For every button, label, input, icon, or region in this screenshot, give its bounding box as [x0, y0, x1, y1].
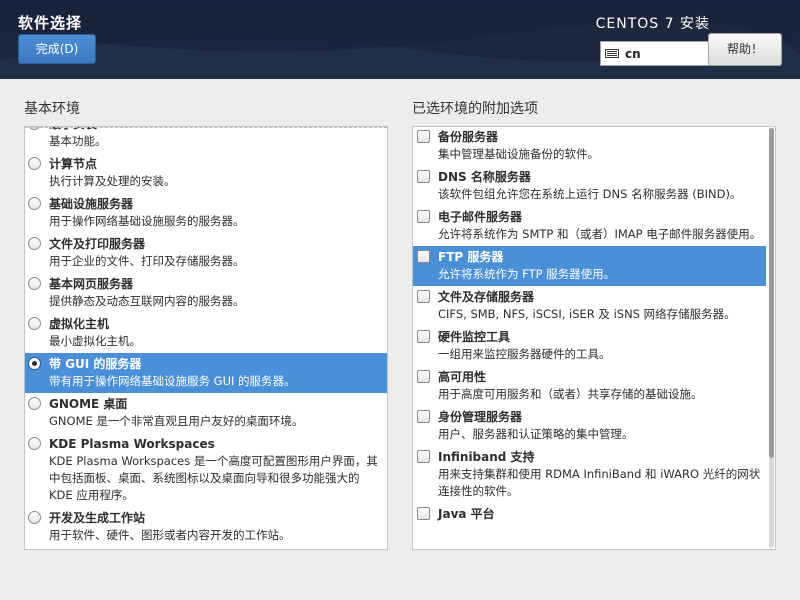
done-button[interactable]: 完成(D)	[18, 34, 96, 64]
option-title: 虚拟化主机	[49, 317, 110, 331]
addon-option[interactable]: Java 平台	[413, 503, 766, 526]
option-description: 允许将系统作为 FTP 服务器使用。	[438, 267, 616, 281]
top-bar: 软件选择 完成(D) CENTOS 7 安装 cn 帮助！	[0, 0, 800, 79]
addon-option[interactable]: DNS 名称服务器该软件包组允许您在系统上运行 DNS 名称服务器 (BIND)…	[413, 166, 766, 206]
environment-option[interactable]: GNOME 桌面 GNOME 是一个非常直观且用户友好的桌面环境。	[25, 393, 387, 433]
option-description: 用于软件、硬件、图形或者内容开发的工作站。	[49, 528, 291, 542]
option-title: 高可用性	[438, 370, 487, 384]
checkbox[interactable]	[417, 130, 430, 143]
addon-option[interactable]: 硬件监控工具一组用来监控服务器硬件的工具。	[413, 326, 766, 366]
radio-button[interactable]	[28, 317, 41, 330]
addon-option[interactable]: 文件及存储服务器 CIFS, SMB, NFS, iSCSI, iSER 及 iS…	[413, 286, 766, 326]
addon-option[interactable]: 高可用性用于高度可用服务和（或者）共享存储的基础设施。	[413, 366, 766, 406]
checkbox[interactable]	[417, 450, 430, 463]
install-title: CENTOS 7 安装	[595, 16, 710, 32]
help-button[interactable]: 帮助！	[708, 33, 782, 66]
addon-option[interactable]: FTP 服务器允许将系统作为 FTP 服务器使用。	[413, 246, 766, 286]
environment-option[interactable]: 基本网页服务器提供静态及动态互联网内容的服务器。	[25, 273, 387, 313]
option-description: 用于企业的文件、打印及存储服务器。	[49, 254, 245, 268]
option-title: 身份管理服务器	[438, 410, 523, 424]
option-description: 用于操作网络基础设施服务的服务器。	[49, 214, 245, 228]
option-title: 电子邮件服务器	[438, 210, 523, 224]
option-description: 该软件包组允许您在系统上运行 DNS 名称服务器 (BIND)。	[438, 187, 742, 201]
option-description: 执行计算及处理的安装。	[49, 174, 176, 188]
addons-scrollbar[interactable]	[769, 128, 774, 548]
environment-option[interactable]: 最小安装基本功能。	[25, 127, 387, 153]
addon-option[interactable]: 身份管理服务器用户、服务器和认证策略的集中管理。	[413, 406, 766, 446]
base-environment-items: 最小安装基本功能。计算节点执行计算及处理的安装。基础设施服务器用于操作网络基础设…	[25, 127, 387, 547]
page-title: 软件选择	[18, 14, 83, 32]
addon-option[interactable]: 电子邮件服务器允许将系统作为 SMTP 和（或者）IMAP 电子邮件服务器使用。	[413, 206, 766, 246]
option-description: 集中管理基础设施备份的软件。	[438, 147, 599, 161]
radio-button[interactable]	[28, 397, 41, 410]
option-title: GNOME 桌面	[49, 397, 128, 411]
option-title: 带 GUI 的服务器	[49, 357, 142, 371]
checkbox[interactable]	[417, 290, 430, 303]
addons-scrollbar-thumb[interactable]	[769, 128, 774, 458]
radio-button[interactable]	[28, 511, 41, 524]
radio-button[interactable]	[28, 437, 41, 450]
option-description: 基本功能。	[49, 134, 107, 148]
option-title: Java 平台	[438, 507, 495, 521]
option-title: 基础设施服务器	[49, 197, 134, 211]
option-description: 允许将系统作为 SMTP 和（或者）IMAP 电子邮件服务器使用。	[438, 227, 762, 241]
keyboard-layout-value: cn	[625, 46, 641, 61]
checkbox[interactable]	[417, 507, 430, 520]
option-title: 文件及打印服务器	[49, 237, 146, 251]
option-description: CIFS, SMB, NFS, iSCSI, iSER 及 iSNS 网络存储服…	[438, 307, 736, 321]
option-description: KDE Plasma Workspaces 是一个高度可配置图形用户界面，其中包…	[49, 454, 378, 502]
radio-button[interactable]	[28, 157, 41, 170]
option-title: 备份服务器	[438, 130, 499, 144]
option-description: 最小虚拟化主机。	[49, 334, 141, 348]
keyboard-icon	[605, 49, 619, 58]
option-title: FTP 服务器	[438, 250, 504, 264]
base-environment-heading: 基本环境	[24, 101, 80, 117]
option-title: DNS 名称服务器	[438, 170, 531, 184]
checkbox[interactable]	[417, 370, 430, 383]
addons-list[interactable]: 备份服务器 集中管理基础设施备份的软件。 DNS 名称服务器 该软件包组允许您在系统上…	[412, 126, 776, 550]
base-environment-list[interactable]: 最小安装基本功能。计算节点执行计算及处理的安装。基础设施服务器用于操作网络基础设…	[24, 126, 388, 550]
scroll-edge-indicator	[25, 127, 387, 128]
option-description: 用于高度可用服务和（或者）共享存储的基础设施。	[438, 387, 703, 401]
environment-option[interactable]: 开发及生成工作站用于软件、硬件、图形或者内容开发的工作站。	[25, 507, 387, 547]
checkbox[interactable]	[417, 410, 430, 423]
environment-option[interactable]: KDE Plasma Workspaces KDE Plasma Workspac…	[25, 433, 387, 507]
environment-option[interactable]: 基础设施服务器用于操作网络基础设施服务的服务器。	[25, 193, 387, 233]
option-title: 基本网页服务器	[49, 277, 134, 291]
radio-button[interactable]	[28, 197, 41, 210]
checkbox[interactable]	[417, 330, 430, 343]
checkbox[interactable]	[417, 170, 430, 183]
radio-button[interactable]	[28, 357, 41, 370]
option-title: Infiniband 支持	[438, 450, 535, 464]
option-title: 硬件监控工具	[438, 330, 511, 344]
option-description: 用来支持集群和使用 RDMA InfiniBand 和 iWARO 光纤的网状连…	[438, 467, 761, 498]
addon-option[interactable]: 备份服务器集中管理基础设施备份的软件。	[413, 127, 766, 166]
option-description: 一组用来监控服务器硬件的工具。	[438, 347, 611, 361]
radio-button[interactable]	[28, 277, 41, 290]
option-description: 带有用于操作网络基础设施服务 GUI 的服务器。	[49, 374, 296, 388]
header-background-decoration	[0, 0, 800, 79]
radio-button[interactable]	[28, 237, 41, 250]
addons-heading: 已选环境的附加选项	[412, 101, 538, 117]
option-description: GNOME 是一个非常直观且用户友好的桌面环境。	[49, 414, 304, 428]
addon-option[interactable]: Infiniband 支持用来支持集群和使用 RDMA InfiniBand 和…	[413, 446, 766, 503]
option-title: 开发及生成工作站	[49, 511, 146, 525]
environment-option[interactable]: 带 GUI 的服务器带有用于操作网络基础设施服务 GUI 的服务器。	[25, 353, 387, 393]
option-title: KDE Plasma Workspaces	[49, 437, 215, 451]
environment-option[interactable]: 虚拟化主机最小虚拟化主机。	[25, 313, 387, 353]
checkbox[interactable]	[417, 210, 430, 223]
addon-items: 备份服务器 集中管理基础设施备份的软件。 DNS 名称服务器 该软件包组允许您在系统上…	[413, 127, 766, 526]
option-description: 提供静态及动态互联网内容的服务器。	[49, 294, 245, 308]
environment-option[interactable]: 计算节点执行计算及处理的安装。	[25, 153, 387, 193]
keyboard-layout-indicator[interactable]: cn	[600, 41, 710, 66]
option-description: 用户、服务器和认证策略的集中管理。	[438, 427, 634, 441]
option-title: 文件及存储服务器	[438, 290, 535, 304]
environment-option[interactable]: 文件及打印服务器用于企业的文件、打印及存储服务器。	[25, 233, 387, 273]
checkbox[interactable]	[417, 250, 430, 263]
option-title: 计算节点	[49, 157, 98, 171]
